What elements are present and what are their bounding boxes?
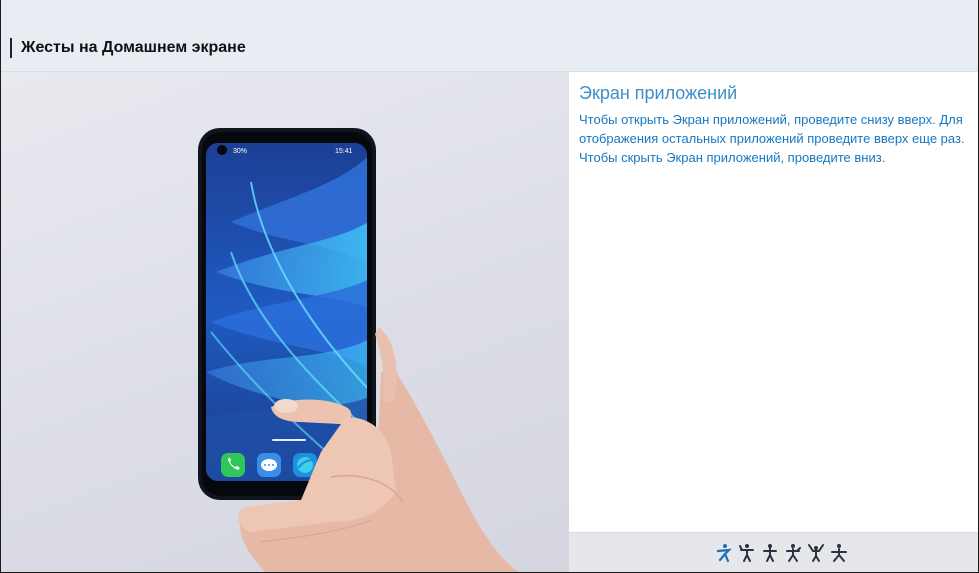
- gesture-5-icon[interactable]: [807, 543, 825, 563]
- panel-description: Чтобы открыть Экран приложений, проведит…: [579, 112, 965, 165]
- page-title: Жесты на Домашнем экране: [21, 39, 246, 56]
- gesture-6-icon[interactable]: [830, 543, 848, 563]
- battery-status: 30%: [233, 148, 247, 155]
- clock: 15:41: [335, 148, 353, 155]
- header: Жесты на Домашнем экране: [1, 0, 978, 72]
- gesture-1-icon[interactable]: [715, 543, 733, 563]
- gesture-4-icon[interactable]: [784, 543, 802, 563]
- phone-app-icon: [221, 453, 245, 477]
- gesture-list: [715, 543, 848, 563]
- gesture-selector: [569, 532, 978, 572]
- app-window: Жесты на Домашнем экране 30% 15:41 Экран…: [0, 0, 979, 573]
- phone-demo-image: 30% 15:41: [198, 128, 520, 572]
- info-panel: Экран приложений Чтобы открыть Экран при…: [569, 72, 978, 532]
- gesture-3-icon[interactable]: [761, 543, 779, 563]
- video-player[interactable]: 30% 15:41: [1, 72, 569, 572]
- header-accent-bar: [10, 38, 12, 58]
- gesture-2-icon[interactable]: [738, 543, 756, 563]
- panel-title: Экран приложений: [579, 83, 738, 103]
